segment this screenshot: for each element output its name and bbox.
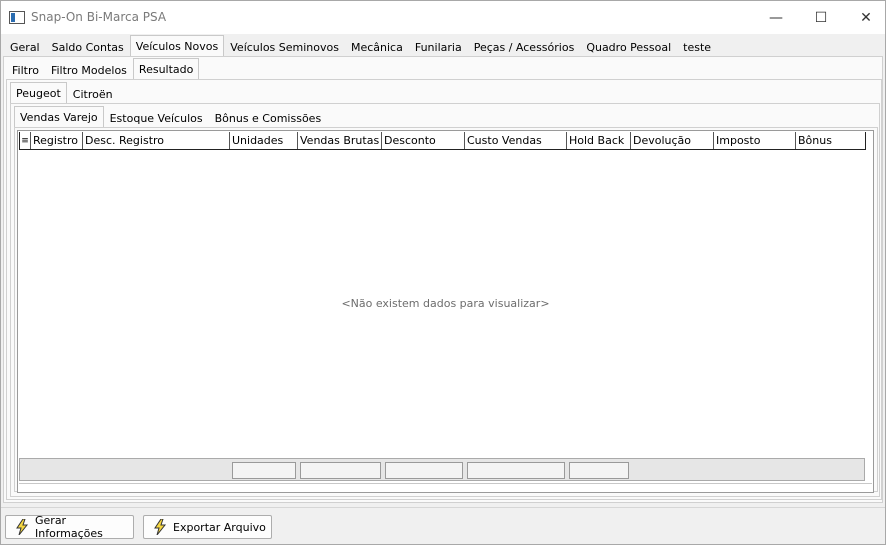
app-window-icon (9, 11, 25, 24)
grid-summary-footer (19, 458, 865, 481)
data-grid[interactable]: ≡ Registro Desc. Registro Unidades Venda… (17, 130, 874, 493)
summary-cell-hold-back (569, 462, 629, 479)
column-header[interactable]: Desconto (382, 132, 465, 149)
column-header[interactable]: Imposto (714, 132, 796, 149)
generate-button-label: Gerar Informações (35, 514, 103, 540)
close-button[interactable]: ✕ (843, 1, 886, 34)
summary-cell-custo-vendas (467, 462, 565, 479)
tab-citroen[interactable]: Citroën (67, 84, 119, 104)
column-header[interactable]: Hold Back (567, 132, 631, 149)
grid-header: ≡ Registro Desc. Registro Unidades Venda… (19, 132, 866, 150)
summary-cell-unidades (232, 462, 296, 479)
tab-teste[interactable]: teste (677, 37, 717, 57)
minimize-button[interactable]: — (753, 1, 799, 34)
tab-geral[interactable]: Geral (4, 37, 46, 57)
window-title: Snap-On Bi-Marca PSA (31, 10, 167, 24)
summary-cell-desconto (385, 462, 463, 479)
title-bar: Snap-On Bi-Marca PSA — ☐ ✕ (1, 1, 885, 34)
column-header[interactable]: Unidades (230, 132, 298, 149)
column-header[interactable]: Desc. Registro (83, 132, 230, 149)
lightning-icon (153, 519, 167, 535)
tab-bonus-comissoes[interactable]: Bônus e Comissões (209, 108, 328, 128)
column-header[interactable]: Bônus (796, 132, 865, 149)
export-button-label: Exportar Arquivo (173, 520, 266, 534)
divider (1, 507, 885, 508)
tab-estoque-veiculos[interactable]: Estoque Veículos (104, 108, 209, 128)
brand-tab-bar: Peugeot Citroën (10, 82, 119, 104)
sub-tab-bar: Filtro Filtro Modelos Resultado (6, 58, 200, 80)
tab-veiculos-novos[interactable]: Veículos Novos (129, 35, 225, 57)
summary-cell-vendas-brutas (300, 462, 381, 479)
tab-vendas-varejo[interactable]: Vendas Varejo (14, 106, 104, 128)
tab-filtro[interactable]: Filtro (6, 60, 45, 80)
tab-saldo-contas[interactable]: Saldo Contas (46, 37, 130, 57)
tab-funilaria[interactable]: Funilaria (409, 37, 468, 57)
tab-quadro-pessoal[interactable]: Quadro Pessoal (580, 37, 677, 57)
column-header[interactable]: Devolução (631, 132, 714, 149)
tab-peugeot[interactable]: Peugeot (10, 82, 67, 104)
column-menu-icon[interactable]: ≡ (20, 132, 31, 149)
export-button[interactable]: Exportar Arquivo (143, 515, 272, 539)
column-header[interactable]: Registro (31, 132, 83, 149)
maximize-button[interactable]: ☐ (798, 1, 844, 34)
column-header[interactable]: Vendas Brutas (298, 132, 382, 149)
main-tab-bar: Geral Saldo Contas Veículos Novos Veícul… (4, 35, 717, 57)
tab-resultado[interactable]: Resultado (132, 58, 200, 80)
tab-veiculos-seminovos[interactable]: Veículos Seminovos (224, 37, 345, 57)
app-window: Snap-On Bi-Marca PSA — ☐ ✕ Geral Saldo C… (0, 0, 886, 545)
report-tab-bar: Vendas Varejo Estoque Veículos Bônus e C… (14, 106, 327, 128)
horizontal-scrollbar[interactable] (19, 483, 872, 491)
empty-message: <Não existem dados para visualizar> (341, 297, 550, 310)
tab-pecas-acessorios[interactable]: Peças / Acessórios (468, 37, 581, 57)
tab-mecanica[interactable]: Mecânica (345, 37, 409, 57)
generate-button[interactable]: Gerar Informações (5, 514, 134, 540)
column-header[interactable]: Custo Vendas (465, 132, 567, 149)
lightning-icon (15, 519, 29, 535)
tab-filtro-modelos[interactable]: Filtro Modelos (45, 60, 133, 80)
